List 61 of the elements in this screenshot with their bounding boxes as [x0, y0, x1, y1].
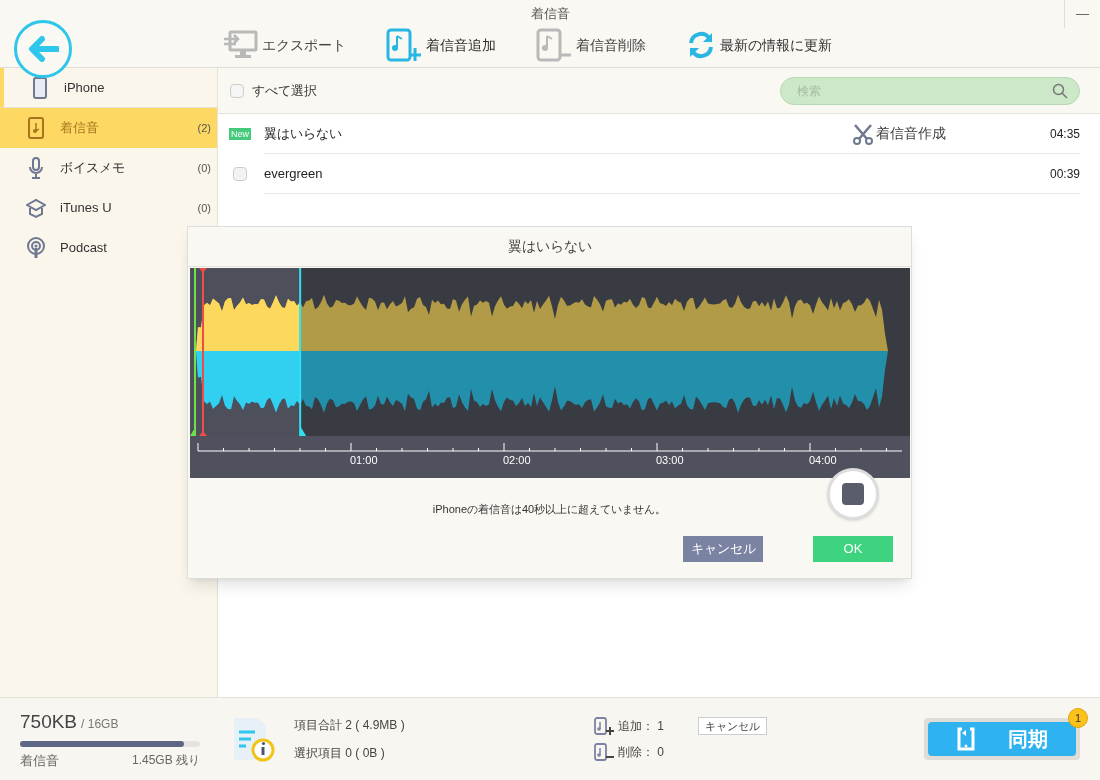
cancel-button[interactable]: キャンセル — [683, 536, 763, 562]
minimize-button[interactable]: — — [1064, 0, 1100, 28]
tablet-plus-icon — [594, 717, 614, 735]
notification-badge: 1 — [1068, 708, 1088, 728]
podcast-icon — [26, 237, 46, 259]
dialog-title: 翼はいらない — [507, 237, 592, 256]
item-count: (0) — [197, 200, 211, 216]
change-count: 追加： 1 — [618, 718, 665, 735]
make-ringtone-button[interactable]: 着信音作成 — [852, 122, 946, 145]
search-icon[interactable] — [1052, 82, 1068, 99]
stop-button[interactable] — [827, 468, 879, 520]
time-label: 01:00 — [350, 454, 378, 466]
summary-text: 項目合計 2 ( 4.9MB ) — [294, 717, 406, 734]
back-arrow-icon — [27, 36, 59, 62]
microphone-icon — [26, 157, 46, 179]
selection-end-handle[interactable] — [299, 268, 307, 436]
window-title: 着信音 — [530, 5, 570, 24]
category-label: 着信音 — [20, 751, 59, 770]
used-storage: 750KB — [20, 710, 78, 734]
duration: 00:39 — [1048, 165, 1080, 183]
new-badge: New — [229, 128, 251, 140]
item-count: (0) — [197, 160, 211, 176]
dialog-message: iPhoneの着信音は40秒以上に超えていません。 — [432, 503, 667, 515]
sidebar-label: iPhone — [64, 78, 106, 97]
select-all-checkbox[interactable] — [230, 83, 244, 98]
refresh-icon — [686, 30, 716, 60]
tablet-plus-icon — [386, 28, 422, 62]
cancel-add-button[interactable]: キャンセル — [698, 717, 767, 735]
toolbar-button[interactable]: 最新の情報に更新 — [686, 30, 832, 60]
sync-tablet-icon — [956, 727, 976, 751]
sidebar-item[interactable]: ボイスメモ (0) — [0, 148, 217, 188]
remaining-storage: 1.45GB 残り — [131, 751, 200, 769]
sidebar-item[interactable]: iTunes U (0) — [0, 188, 217, 228]
sidebar-label: ボイスメモ — [60, 159, 126, 178]
monitor-icon — [222, 30, 258, 60]
scissors-icon — [852, 122, 874, 145]
time-label: 02:00 — [503, 454, 531, 466]
back-button[interactable] — [14, 20, 72, 78]
ringtone-title: 翼はいらない — [264, 124, 343, 143]
change-count: 削除： 0 — [618, 744, 665, 761]
item-count: (2) — [197, 120, 211, 136]
sidebar-item[interactable]: Podcast — [0, 228, 217, 268]
tablet-minus-icon — [594, 743, 614, 761]
tablet-minus-icon — [536, 28, 572, 62]
total-storage: / 16GB — [81, 716, 119, 733]
select-all-label: すべて選択 — [252, 81, 317, 100]
ringtone-title: evergreen — [264, 164, 324, 183]
stop-icon — [842, 483, 864, 505]
sidebar-label: 着信音 — [60, 119, 100, 138]
row-checkbox[interactable] — [233, 167, 247, 181]
sidebar-label: Podcast — [60, 239, 108, 258]
phone-icon — [30, 76, 50, 99]
phone-music-icon — [26, 117, 46, 139]
summary-text: 選択項目 0 ( 0B ) — [294, 745, 386, 762]
time-label: 03:00 — [656, 454, 684, 466]
duration: 04:35 — [1048, 125, 1080, 143]
time-label: 04:00 — [809, 454, 837, 466]
toolbar-button[interactable]: 着信音追加 — [386, 28, 496, 62]
sidebar-label: iTunes U — [60, 199, 113, 218]
graduation-cap-icon — [26, 197, 46, 219]
sidebar-item[interactable]: 着信音 (2) — [0, 108, 217, 148]
